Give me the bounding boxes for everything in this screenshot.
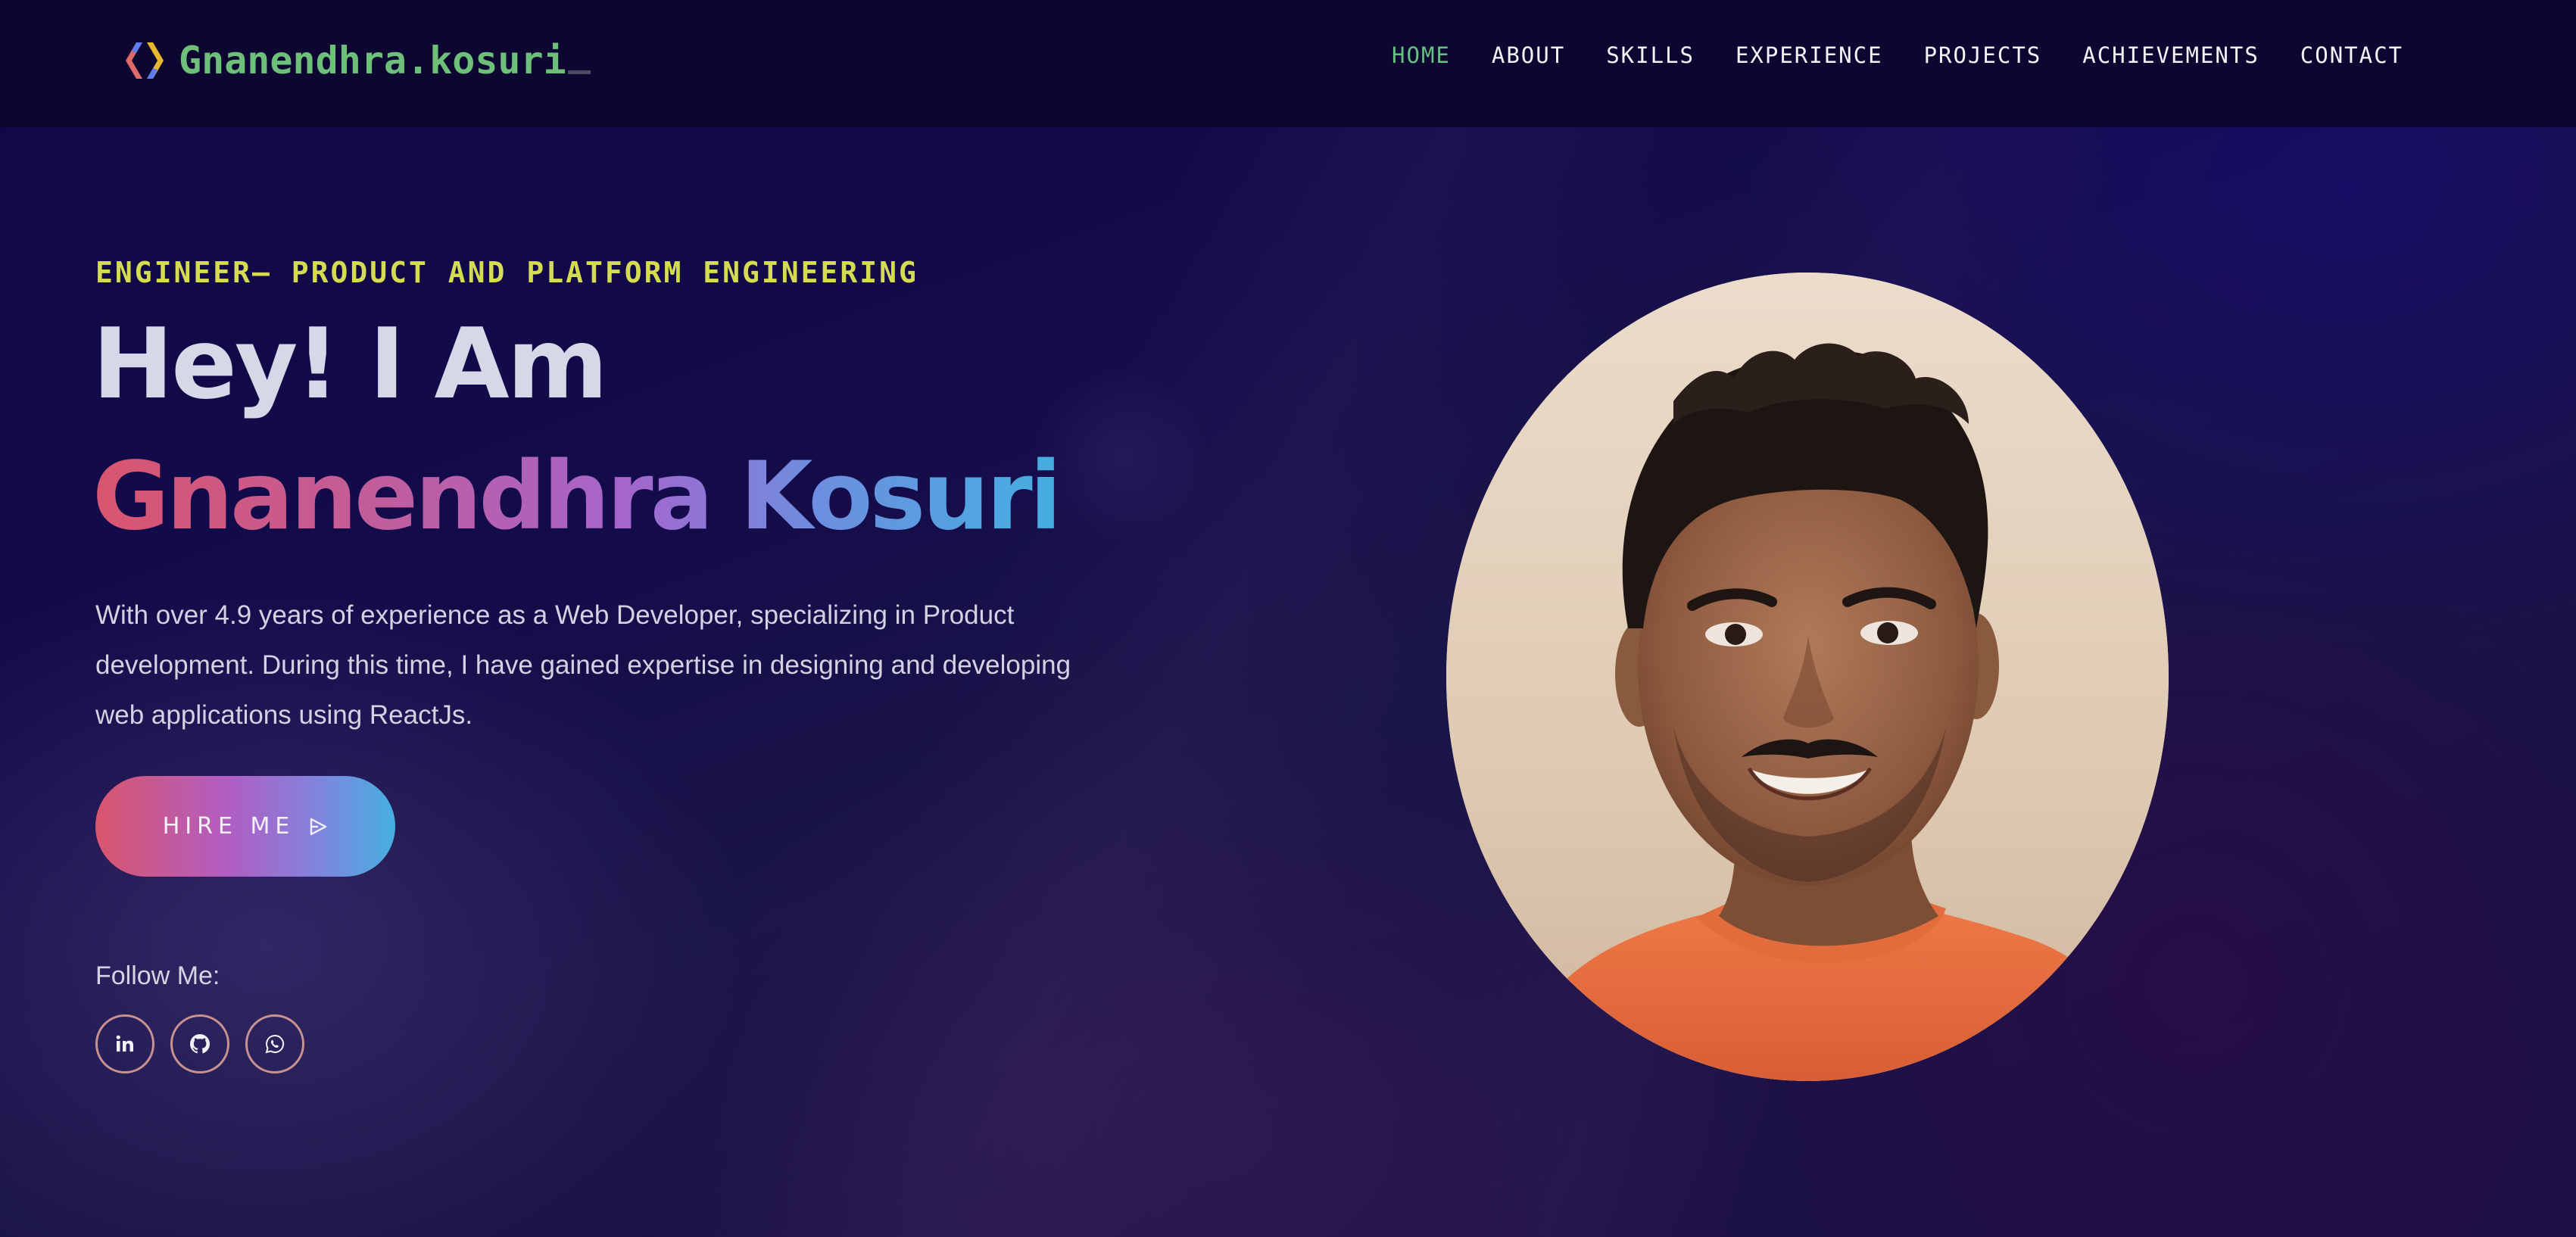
- typing-cursor: [567, 70, 591, 74]
- nav-item-contact[interactable]: CONTACT: [2300, 42, 2403, 68]
- social-links: [95, 1014, 320, 1073]
- whatsapp-icon: [265, 1034, 285, 1054]
- whatsapp-link[interactable]: [245, 1014, 304, 1073]
- hire-me-label: HIRE ME: [162, 813, 295, 840]
- hero-tagline: ENGINEER– PRODUCT AND PLATFORM ENGINEERI…: [95, 256, 918, 289]
- nav-menu: HOME ABOUT SKILLS EXPERIENCE PROJECTS AC…: [1351, 42, 2403, 68]
- github-link[interactable]: [170, 1014, 229, 1073]
- follow-me-label: Follow Me:: [95, 961, 220, 990]
- nav-item-projects[interactable]: PROJECTS: [1924, 42, 2042, 68]
- portrait-illustration: [1446, 273, 2169, 1081]
- profile-photo: [1446, 273, 2169, 1081]
- brand-logo[interactable]: Gnanendhra.kosuri: [121, 36, 591, 85]
- hero-name: Gnanendhra Kosuri: [92, 441, 1062, 553]
- nav-item-experience[interactable]: EXPERIENCE: [1736, 42, 1883, 68]
- code-brackets-icon: [126, 42, 164, 79]
- hero-bio: With over 4.9 years of experience as a W…: [95, 600, 1071, 730]
- github-icon: [190, 1034, 210, 1054]
- nav-item-about[interactable]: ABOUT: [1492, 42, 1565, 68]
- hire-me-button[interactable]: HIRE ME: [95, 776, 395, 877]
- linkedin-icon: [116, 1035, 133, 1052]
- nav-item-home[interactable]: HOME: [1392, 42, 1451, 68]
- nav-item-skills[interactable]: SKILLS: [1606, 42, 1695, 68]
- linkedin-link[interactable]: [95, 1014, 154, 1073]
- top-navbar: Gnanendhra.kosuri HOME ABOUT SKILLS EXPE…: [0, 0, 2576, 127]
- hero-greeting: Hey! I Am: [92, 308, 608, 421]
- nav-item-achievements[interactable]: ACHIEVEMENTS: [2082, 42, 2259, 68]
- brand-name: Gnanendhra.kosuri: [179, 39, 566, 83]
- send-icon: [310, 818, 327, 835]
